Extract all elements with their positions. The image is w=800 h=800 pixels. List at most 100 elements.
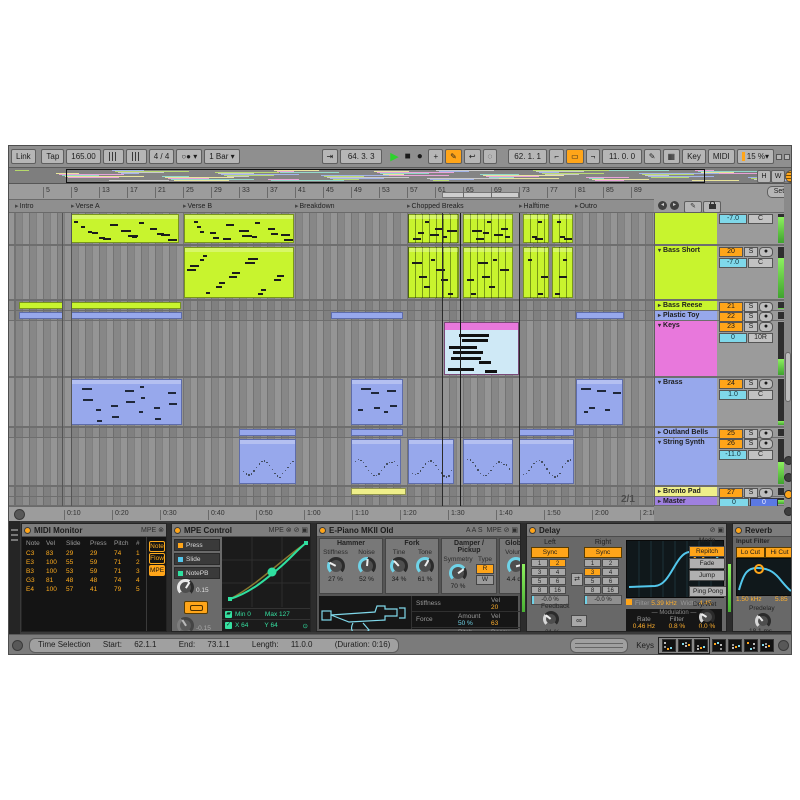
beat-16[interactable]: 16 [549,586,566,594]
loop-button[interactable]: ▭ [566,149,584,164]
tap-button[interactable]: Tap [41,149,64,164]
knob[interactable] [543,611,559,627]
device-thumbnail[interactable] [678,639,692,652]
knob[interactable] [755,613,771,629]
clip[interactable] [331,312,403,319]
knob-value[interactable]: 52 % [351,576,382,583]
beat-16[interactable]: 16 [602,586,619,594]
device-header-icons[interactable]: ⊘ ▣ [710,526,724,534]
track-lane-Bass Short[interactable] [9,246,654,301]
track-name[interactable]: ▸Bronto Pad [658,488,701,495]
knob[interactable] [416,557,434,575]
knob-value[interactable]: 27 % [320,576,351,583]
clip[interactable] [351,488,406,495]
fold-icon[interactable]: ▸ [658,313,661,319]
stop-button[interactable]: ■ [405,151,411,162]
track-lane-Plastic Toy[interactable] [9,311,654,321]
device-on-led-icon[interactable] [735,527,742,534]
track-header-Keys[interactable]: ▾Keys23S●010R [655,321,784,378]
knob[interactable] [699,609,715,625]
arrangement-position-field[interactable]: 64. 3. 3 [340,149,382,164]
smooth-down-value[interactable]: -0.15 [196,625,211,632]
knob[interactable] [177,617,194,632]
filter-freq-value[interactable]: 5.39 kHz [651,600,677,607]
master-volume[interactable]: 0 [719,498,749,506]
clip[interactable] [239,429,296,436]
xy-toggle[interactable]: ✓ [225,622,232,629]
locator-flag[interactable]: ▸Chopped Breaks [407,201,464,212]
new-button[interactable]: + [428,149,443,164]
beat-2[interactable]: 2 [602,559,619,567]
beat-3[interactable]: 3 [584,568,601,576]
locator-flag[interactable]: ▸Verse B [183,201,212,212]
record-button[interactable]: ● [417,151,423,162]
clip[interactable] [239,439,296,484]
mode-button-Flow[interactable]: Flow [149,553,165,564]
overview-viewport[interactable] [66,169,705,183]
track-lanes[interactable]: 2/1 [9,213,654,506]
computer-midi-keyboard-button[interactable]: ▦ [663,149,681,164]
clip[interactable] [463,247,513,298]
track-header-Plastic Toy[interactable]: ▸Plastic Toy22S● [655,311,784,321]
device-thumbnail[interactable] [744,639,758,652]
track-header-Bass Short[interactable]: ▾Bass Short20S●-7.0C [655,246,784,301]
track-header-top[interactable]: -7.0C [655,213,784,246]
locator-flag[interactable]: ▸Halftime [519,201,549,212]
track-header-Bass Reese[interactable]: ▸Bass Reese21S● [655,301,784,311]
follow-button[interactable]: ⇥ [322,149,339,164]
volume-field[interactable]: 1.0 [719,390,747,400]
track-lane-Brass[interactable] [9,378,654,428]
clip[interactable] [576,379,623,425]
source-button-NotePB[interactable]: NotePB [174,567,220,579]
beat-8[interactable]: 8 [584,586,601,594]
clip[interactable] [351,439,401,484]
track-name[interactable]: ▾Bass Short [658,247,700,254]
track-lane-Bass Reese[interactable] [9,301,654,311]
quantize-menu[interactable]: 1 Bar ▾ [204,149,239,164]
locator-flag[interactable]: ▸Verse A [71,201,100,212]
clip[interactable] [552,247,573,298]
clip[interactable] [523,214,549,243]
clip[interactable] [463,214,513,243]
clip[interactable] [19,302,63,309]
freeze-button[interactable]: ∞ [571,615,587,627]
clip[interactable] [184,247,294,298]
device-chain-left-strip[interactable] [9,521,20,634]
knob-value[interactable]: 61 % [412,576,438,583]
mpe-curve-display[interactable] [222,537,311,607]
fold-icon[interactable]: ▸ [658,303,661,309]
cue-volume[interactable]: 0 [750,498,778,506]
clip[interactable] [552,214,573,243]
knob-value[interactable]: 34 % [386,576,412,583]
track-name[interactable]: ▾Brass [658,379,682,386]
follow-width-button[interactable]: W [771,170,785,183]
clip[interactable] [576,312,624,319]
type-option-R[interactable]: R [476,564,494,574]
fold-icon[interactable]: ▾ [658,440,661,446]
link-button[interactable]: Link [11,149,36,164]
delay-mode-Fade[interactable]: Fade [689,558,725,569]
beat-4[interactable]: 4 [602,568,619,576]
track-name[interactable]: ▾String Synth [658,439,705,446]
device-on-led-icon[interactable] [319,527,326,534]
sync-button[interactable]: Sync [584,547,622,558]
beat-1[interactable]: 1 [584,559,601,567]
returns-section-toggle[interactable] [784,473,792,482]
bend-range-toggle[interactable] [184,601,208,614]
locator-row[interactable]: ▸Intro▸Verse A▸Verse B▸Breakdown▸Chopped… [9,200,654,213]
follow-height-button[interactable]: H [757,170,771,183]
ping-pong-button[interactable]: Ping Pong [689,586,727,597]
solo-button[interactable]: S [744,247,758,257]
vertical-scrollbar[interactable] [785,352,791,402]
pan-field[interactable]: C [748,390,773,400]
loop-length-field[interactable]: 11. 0. 0 [602,149,642,164]
mode-button-Note[interactable]: Note [149,541,165,552]
track-header-Outland Bells[interactable]: ▸Outland Bells25S● [655,428,784,438]
smooth-up-value[interactable]: 0.15 [196,587,209,594]
previous-locator-button[interactable]: ◂ [658,201,667,210]
beat-4[interactable]: 4 [549,568,566,576]
track-number[interactable]: 26 [719,439,743,449]
beat-2[interactable]: 2 [549,559,566,567]
mod-Rate[interactable]: Rate0.46 Hz [633,616,655,630]
fold-icon[interactable]: ▸ [658,430,661,436]
